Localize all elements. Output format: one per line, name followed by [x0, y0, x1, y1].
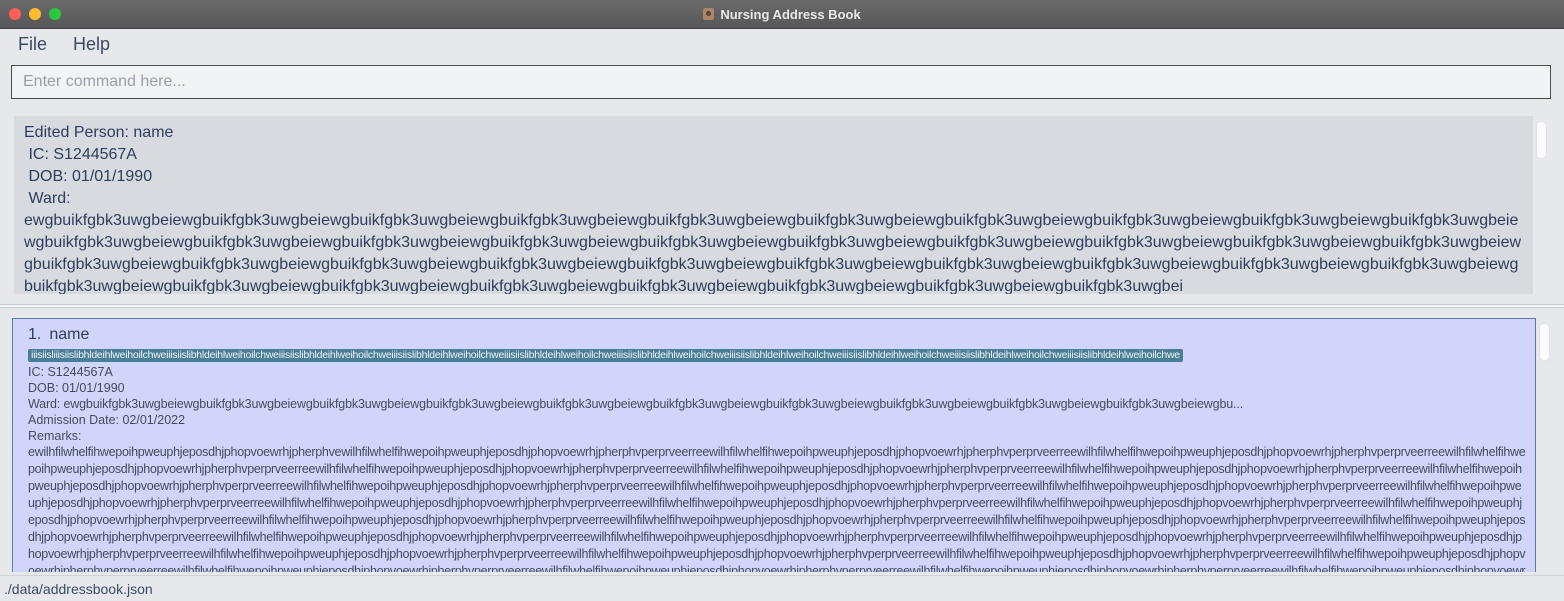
person-remarks-label: Remarks: [28, 429, 82, 443]
title-bar: Nursing Address Book [0, 0, 1564, 29]
person-dob: DOB: 01/01/1990 [28, 381, 125, 395]
list-scrollbar[interactable] [1539, 323, 1550, 361]
command-input[interactable] [12, 66, 1550, 98]
result-display[interactable]: Edited Person: name IC: S1244567A DOB: 0… [14, 116, 1533, 294]
pane-divider[interactable] [0, 304, 1564, 308]
person-name-line: 1. name [28, 325, 1527, 345]
command-box [11, 65, 1551, 99]
person-admission-date: Admission Date: 02/01/2022 [28, 413, 186, 427]
window-title: Nursing Address Book [720, 6, 861, 22]
person-remarks: ewilhfilwhelfihwepoihpweuphjeposdhjphopv… [28, 445, 1526, 572]
window-title-group: Nursing Address Book [0, 0, 1564, 28]
address-book-icon [703, 8, 715, 20]
person-list[interactable]: 1. name iiisiisliiisiislibhldeihlweihoilc… [0, 310, 1564, 572]
menu-file[interactable]: File [18, 34, 47, 55]
person-ward: Ward: ewgbuikfgbk3uwgbeiewgbuikfgbk3uwgb… [28, 397, 1244, 411]
person-name: name [49, 326, 90, 343]
save-location: ./data/addressbook.json [4, 581, 153, 597]
status-bar: ./data/addressbook.json [0, 575, 1564, 601]
result-text: Edited Person: name IC: S1244567A DOB: 0… [24, 124, 1522, 294]
person-tag: iiisiisliiisiislibhldeihlweihoilchweiiis… [28, 349, 1183, 362]
menu-help[interactable]: Help [73, 34, 110, 55]
person-ic: IC: S1244567A [28, 365, 113, 379]
person-index: 1. [28, 326, 42, 343]
result-scrollbar[interactable] [1536, 121, 1547, 159]
person-card[interactable]: 1. name iiisiisliiisiislibhldeihlweihoilc… [12, 318, 1536, 572]
menu-bar: File Help [0, 29, 1564, 59]
